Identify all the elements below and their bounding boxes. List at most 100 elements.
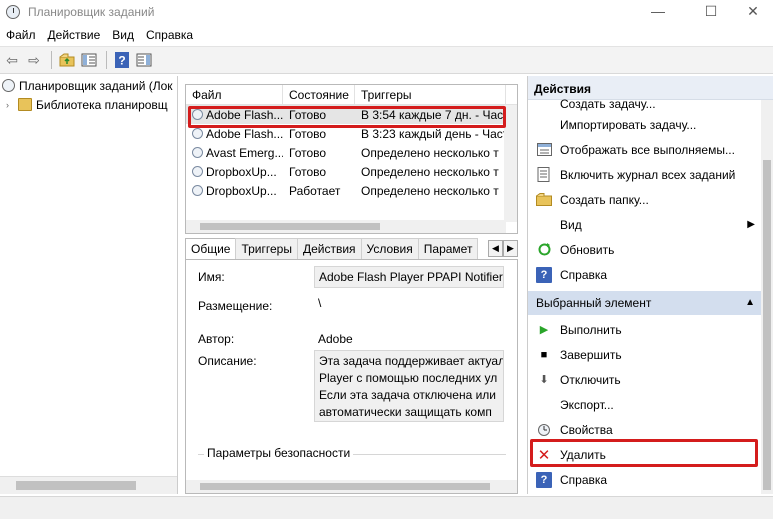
table-row[interactable]: Adobe Flash... Готово В 3:23 каждый день… (186, 124, 517, 143)
show-actions-pane-icon[interactable] (134, 50, 154, 70)
column-header-status[interactable]: Состояние (283, 85, 355, 104)
action-label: Отображать все выполняемы... (560, 142, 735, 157)
minimize-button[interactable]: — (635, 0, 681, 24)
column-header-file[interactable]: Файл (186, 85, 283, 104)
close-button[interactable]: ✕ (730, 0, 773, 24)
tree-item-scheduler-library[interactable]: › Библиотека планировщ (0, 95, 177, 114)
scrollbar-thumb[interactable] (200, 223, 380, 230)
tab-settings[interactable]: Парамет (417, 238, 479, 259)
action-create-task[interactable]: Создать задачу... (528, 96, 773, 112)
tree-item-task-scheduler-local[interactable]: Планировщик заданий (Лок (0, 76, 177, 95)
action-show-running[interactable]: Отображать все выполняемы... (528, 137, 773, 162)
action-refresh[interactable]: Обновить (528, 237, 773, 262)
action-properties[interactable]: Свойства (528, 417, 773, 442)
delete-icon: ✕ (537, 446, 551, 464)
title-bar: Планировщик заданий — ☐ ✕ (0, 0, 773, 24)
author-value: Adobe (318, 332, 353, 346)
task-name: Adobe Flash... (206, 126, 283, 141)
table-row[interactable]: DropboxUp... Готово Определено несколько… (186, 162, 517, 181)
view-spacer (536, 217, 552, 233)
collapse-caret-icon[interactable]: ▲ (745, 291, 755, 315)
action-export[interactable]: Экспорт... (528, 392, 773, 417)
description-label: Описание: (198, 354, 257, 368)
action-view[interactable]: Вид ▶ (528, 212, 773, 237)
menu-file[interactable]: Файл (0, 24, 42, 46)
task-scheduler-app-icon (6, 5, 20, 19)
forward-arrow-icon[interactable]: ⇨ (24, 50, 44, 70)
task-trigger: Определено несколько т (361, 145, 499, 160)
author-label: Автор: (198, 332, 235, 346)
task-icon (192, 166, 203, 177)
tab-conditions[interactable]: Условия (360, 238, 419, 259)
action-import-task[interactable]: Импортировать задачу... (528, 112, 773, 137)
menu-action[interactable]: Действие (42, 24, 107, 46)
location-label: Размещение: (198, 299, 273, 313)
maximize-button[interactable]: ☐ (688, 0, 734, 24)
action-label: Экспорт... (560, 397, 614, 412)
task-list-horizontal-scrollbar[interactable] (186, 220, 506, 233)
window-title: Планировщик заданий (28, 5, 155, 19)
scrollbar-thumb[interactable] (200, 483, 490, 490)
navigation-tree: Планировщик заданий (Лок › Библиотека пл… (0, 76, 178, 494)
action-create-folder[interactable]: Создать папку... (528, 187, 773, 212)
table-row[interactable]: Avast Emerg... Готово Определено несколь… (186, 143, 517, 162)
action-disable[interactable]: ⬇ Отключить (528, 367, 773, 392)
back-arrow-icon[interactable]: ⇦ (2, 50, 22, 70)
scrollbar-thumb[interactable] (16, 481, 136, 490)
table-row[interactable]: Adobe Flash... Готово В 3:54 каждые 7 дн… (186, 105, 517, 124)
action-label: Завершить (560, 347, 622, 362)
status-bar (0, 496, 773, 519)
detail-horizontal-scrollbar[interactable] (186, 480, 517, 493)
action-help-selected[interactable]: ? Справка (528, 467, 773, 492)
journal-icon (536, 167, 552, 183)
task-status: Готово (289, 107, 327, 122)
description-field[interactable]: Эта задача поддерживает актуал Player с … (314, 350, 504, 422)
menu-view[interactable]: Вид (106, 24, 140, 46)
expand-chevron-icon[interactable]: › (6, 100, 18, 110)
name-field[interactable]: Adobe Flash Player PPAPI Notifier (314, 266, 504, 288)
tab-triggers[interactable]: Триггеры (235, 238, 298, 259)
up-folder-icon[interactable] (57, 50, 77, 70)
task-trigger: В 3:23 каждый день - Част (361, 126, 505, 141)
create-task-icon (536, 96, 552, 112)
scrollbar-thumb[interactable] (763, 160, 771, 490)
action-end[interactable]: ■ Завершить (528, 342, 773, 367)
action-run[interactable]: ▶ Выполнить (528, 317, 773, 342)
task-list: Файл Состояние Триггеры Adobe Flash... Г… (185, 84, 518, 234)
show-hide-tree-icon[interactable] (79, 50, 99, 70)
task-status: Работает (289, 183, 341, 198)
action-help[interactable]: ? Справка (528, 262, 773, 287)
tab-scroll-right-icon[interactable]: ▶ (503, 240, 518, 257)
new-folder-icon (536, 192, 552, 208)
task-detail-panel: Имя: Adobe Flash Player PPAPI Notifier Р… (185, 260, 518, 494)
toolbar: ⇦ ⇨ ? (0, 46, 773, 74)
task-list-vertical-scrollbar[interactable] (504, 105, 517, 222)
tab-scroll-left-icon[interactable]: ◀ (488, 240, 503, 257)
help-icon[interactable]: ? (112, 50, 132, 70)
task-pane: Файл Состояние Триггеры Adobe Flash... Г… (183, 76, 520, 494)
tab-general[interactable]: Общие (185, 238, 237, 259)
toolbar-separator (51, 51, 52, 69)
actions-pane: Действия Создать задачу... Импортировать… (527, 76, 773, 494)
tree-item-label: Планировщик заданий (Лок (19, 78, 173, 93)
tree-horizontal-scrollbar[interactable] (0, 476, 177, 494)
action-label: Создать задачу... (560, 97, 656, 111)
task-name: Avast Emerg... (206, 145, 283, 160)
tab-scroll-buttons: ◀ ▶ (488, 240, 518, 257)
table-row[interactable]: DropboxUp... Работает Определено несколь… (186, 181, 517, 200)
action-label: Удалить (560, 447, 606, 462)
toolbar-separator (106, 51, 107, 69)
task-icon (192, 147, 203, 158)
task-status: Готово (289, 126, 327, 141)
action-label: Справка (560, 267, 608, 282)
disable-icon: ⬇ (539, 374, 549, 386)
action-enable-journal[interactable]: Включить журнал всех заданий (528, 162, 773, 187)
task-icon (192, 128, 203, 139)
action-delete[interactable]: ✕ Удалить (528, 442, 773, 467)
tab-actions[interactable]: Действия (296, 238, 362, 259)
menu-help[interactable]: Справка (140, 24, 199, 46)
column-header-triggers[interactable]: Триггеры (355, 85, 506, 104)
actions-vertical-scrollbar[interactable] (761, 100, 773, 494)
help-icon: ? (536, 471, 552, 488)
selected-item-section-header[interactable]: Выбранный элемент ▲ (528, 291, 773, 315)
